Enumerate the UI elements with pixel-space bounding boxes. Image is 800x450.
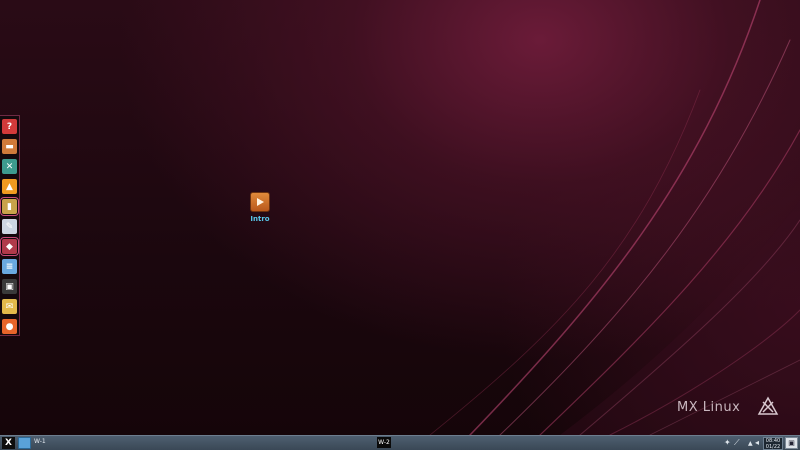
wallpaper-swoosh bbox=[429, 0, 800, 435]
document-editor-icon[interactable]: ✎ bbox=[2, 219, 17, 234]
clip-icon[interactable]: ⟋ bbox=[734, 438, 740, 448]
mx-linux-logo: MX Linux bbox=[677, 396, 787, 420]
intro-label: Intro bbox=[250, 215, 270, 223]
help-icon[interactable]: ? bbox=[2, 119, 17, 134]
intro-launcher[interactable]: Intro bbox=[244, 192, 276, 223]
user-icon[interactable]: ▣ bbox=[785, 437, 798, 449]
chevron-up-icon[interactable]: ▲ bbox=[748, 440, 753, 447]
clock[interactable]: 08:40 01/22 bbox=[763, 437, 783, 450]
network-icon[interactable]: ✦ bbox=[724, 438, 731, 447]
play-icon bbox=[250, 192, 270, 212]
left-dock: ? ▬ ✕ ▲ ▮ ✎ ◆ ≡ ▣ ✉ ● bbox=[0, 115, 20, 336]
desktop[interactable]: ? ▬ ✕ ▲ ▮ ✎ ◆ ≡ ▣ ✉ ● Intro MX Linux bbox=[0, 0, 800, 435]
clock-date: 01/22 bbox=[765, 444, 781, 450]
mx-tools-icon[interactable]: ✕ bbox=[2, 159, 17, 174]
workspace-1[interactable]: W-1 bbox=[34, 438, 46, 445]
file-manager-icon[interactable]: ▮ bbox=[0, 197, 19, 216]
mx-logo-icon: X bbox=[5, 438, 12, 448]
start-menu-button[interactable]: X bbox=[2, 437, 15, 449]
paint-roller-icon[interactable]: ▬ bbox=[2, 139, 17, 154]
mail-icon[interactable]: ✉ bbox=[2, 299, 17, 314]
package-installer-icon[interactable]: ◆ bbox=[0, 237, 19, 256]
firefox-icon[interactable]: ● bbox=[2, 319, 17, 334]
volume-icon[interactable]: ◂ bbox=[755, 438, 759, 447]
vlc-cone-icon[interactable]: ▲ bbox=[2, 179, 17, 194]
terminal-icon[interactable]: ▣ bbox=[2, 279, 17, 294]
mx-logo-icon bbox=[757, 396, 779, 415]
document-icon[interactable]: ≡ bbox=[2, 259, 17, 274]
show-desktop-button[interactable] bbox=[18, 437, 31, 449]
taskbar: X W-1 W-2 ✦ ⟋ ▲ ◂ 08:40 01/22 ▣ bbox=[0, 435, 800, 450]
logo-text: MX Linux bbox=[677, 400, 741, 415]
workspace-2[interactable]: W-2 bbox=[377, 437, 391, 448]
